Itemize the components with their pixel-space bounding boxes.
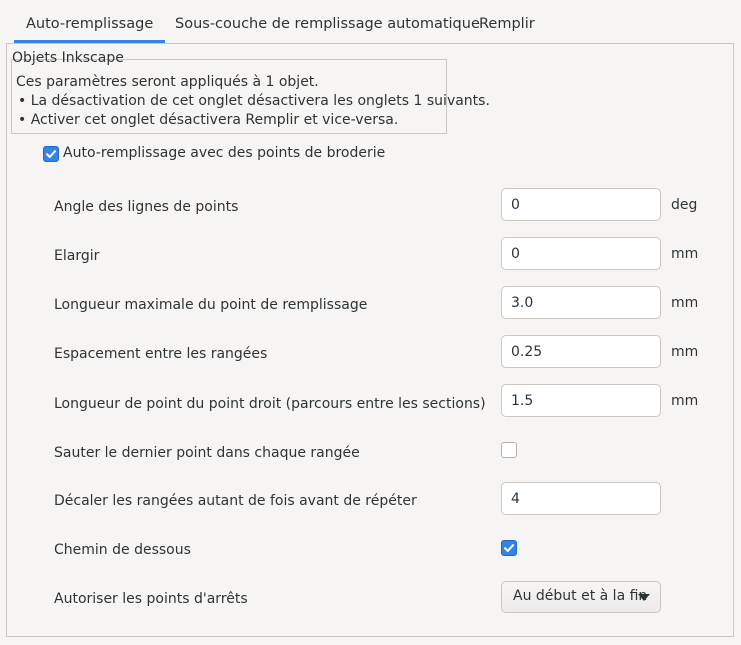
auto-fill-enable-checkbox[interactable] <box>43 146 59 162</box>
tab-fill[interactable]: Remplir <box>479 0 535 43</box>
underpath-label: Chemin de dessous <box>54 542 191 558</box>
angle-unit: deg <box>671 197 698 213</box>
angle-input[interactable] <box>501 188 661 221</box>
expand-label: Elargir <box>54 248 100 264</box>
running-stitch-length-label: Longueur de point du point droit (parcou… <box>54 396 486 412</box>
tab-auto-fill[interactable]: Auto-remplissage <box>14 0 166 43</box>
expand-unit: mm <box>671 246 699 262</box>
checkmark-icon <box>504 544 514 552</box>
skip-last-checkbox[interactable] <box>501 442 517 458</box>
row-spacing-unit: mm <box>671 344 699 360</box>
tab-label: Remplir <box>479 16 535 32</box>
row-spacing-input[interactable] <box>501 335 661 368</box>
max-stitch-length-label: Longueur maximale du point de remplissag… <box>54 297 368 313</box>
running-stitch-length-input[interactable] <box>501 384 661 417</box>
angle-label: Angle des lignes de points <box>54 199 239 215</box>
tab-auto-fill-underlay[interactable]: Sous-couche de remplissage automatique <box>175 0 480 43</box>
skip-last-label: Sauter le dernier point dans chaque rang… <box>54 445 360 461</box>
tab-label: Auto-remplissage <box>26 16 154 32</box>
row-spacing-label: Espacement entre les rangées <box>54 346 268 362</box>
expand-input[interactable] <box>501 237 661 270</box>
max-stitch-length-input[interactable] <box>501 286 661 319</box>
auto-fill-enable-label: Auto-remplissage avec des points de brod… <box>63 145 386 161</box>
info-line-exclusive-note: • Activer cet onglet désactivera Remplir… <box>18 112 399 128</box>
info-title: Objets Inkscape <box>12 50 124 66</box>
staggers-input[interactable] <box>501 482 661 515</box>
info-line-summary: Ces paramètres seront appliqués à 1 obje… <box>16 74 319 90</box>
staggers-label: Décaler les rangées autant de fois avant… <box>54 493 417 509</box>
running-stitch-length-unit: mm <box>671 393 699 409</box>
lock-stitches-label: Autoriser les points d'arrêts <box>54 591 248 607</box>
lock-stitches-selected: Au début et à la fin <box>513 588 648 604</box>
underpath-checkbox[interactable] <box>501 540 517 556</box>
tab-label: Sous-couche de remplissage automatique <box>175 16 480 32</box>
max-stitch-length-unit: mm <box>671 295 699 311</box>
lock-stitches-dropdown[interactable]: Au début et à la fin <box>501 581 661 613</box>
tab-bar: Auto-remplissage Sous-couche de rempliss… <box>0 0 741 43</box>
chevron-down-icon <box>638 594 650 601</box>
info-line-disable-note: • La désactivation de cet onglet désacti… <box>18 93 490 109</box>
checkmark-icon <box>46 150 56 158</box>
